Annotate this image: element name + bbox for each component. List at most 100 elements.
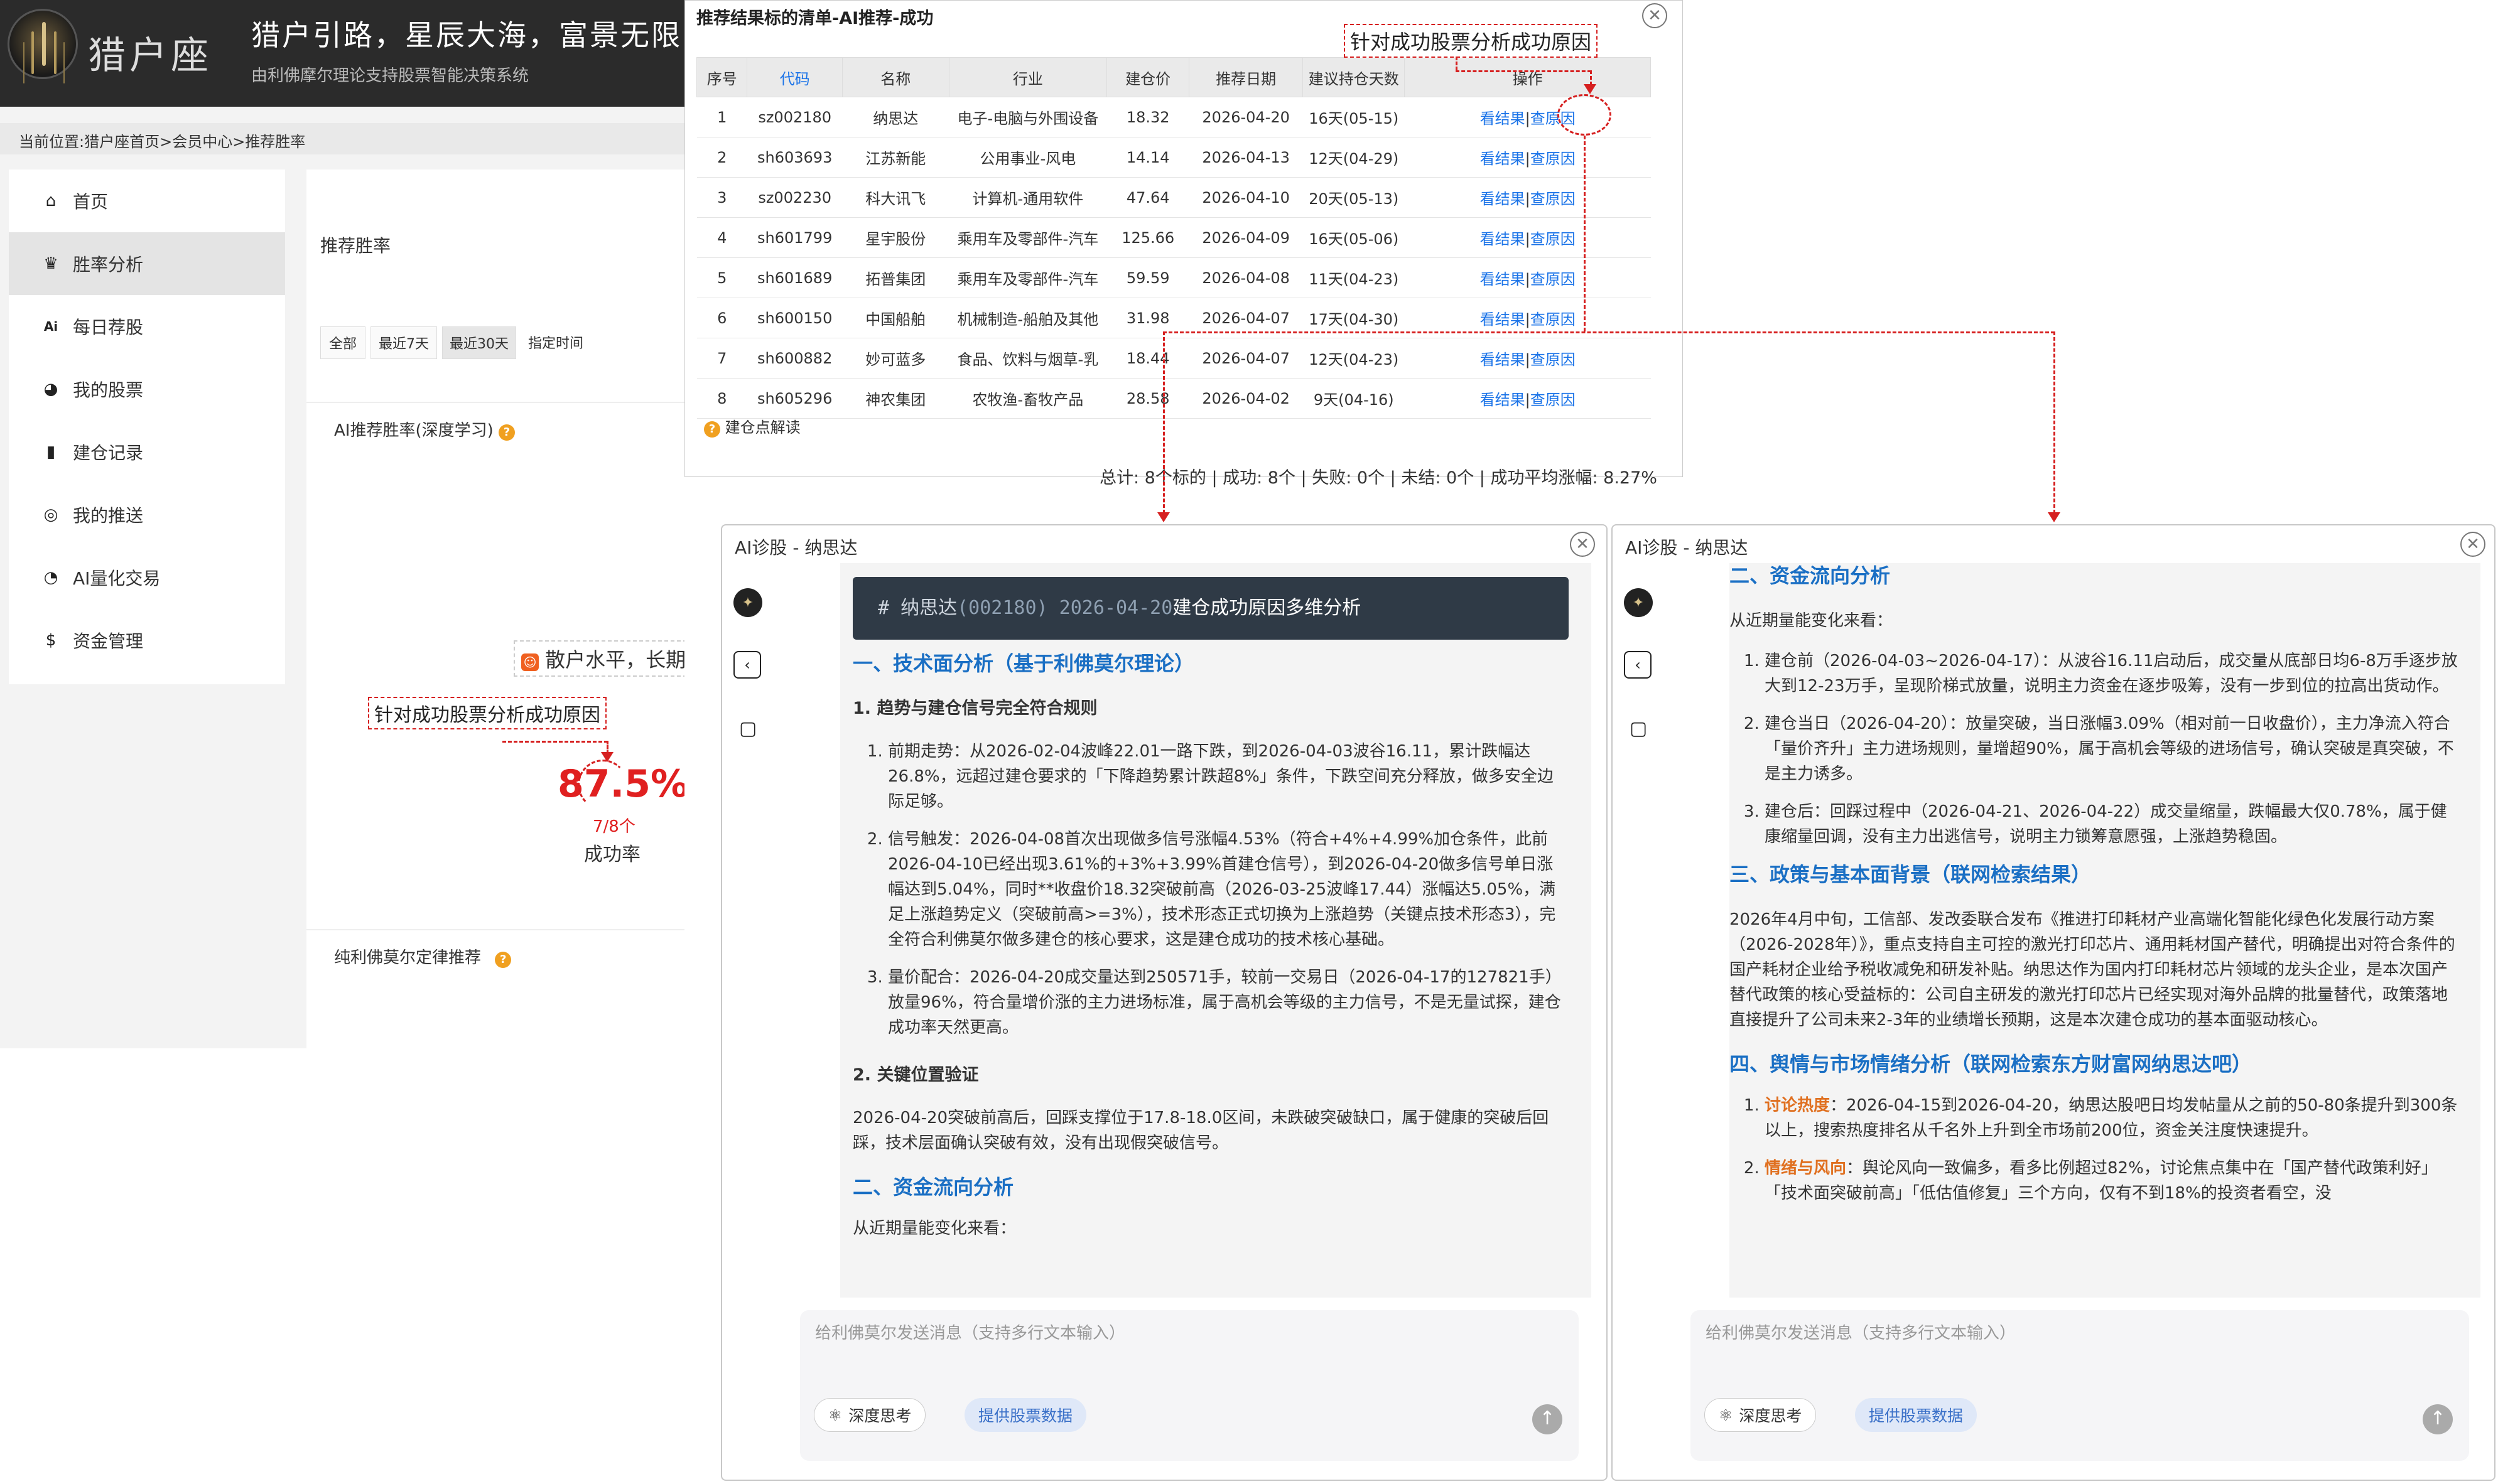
check-reason-link[interactable]: 查原因	[1530, 271, 1576, 288]
divider	[306, 402, 684, 403]
new-chat-icon[interactable]: ▢	[733, 714, 762, 743]
action-separator: |	[1525, 391, 1530, 409]
cell-date: 2026-04-09	[1189, 217, 1303, 258]
avatar-icon: ✦	[1624, 588, 1653, 617]
modal-title: 推荐结果标的清单-AI推荐-成功	[696, 9, 934, 28]
cell-industry: 电子-电脑与外围设备	[949, 97, 1107, 137]
view-result-link[interactable]: 看结果	[1480, 190, 1525, 208]
sidebar-item-positions[interactable]: ▮ 建仓记录	[9, 421, 285, 483]
filter-7d[interactable]: 最近7天	[370, 326, 437, 359]
filter-30d[interactable]: 最近30天	[442, 326, 516, 359]
deep-think-button[interactable]: ⚛ 深度思考	[814, 1398, 926, 1432]
list-item: 前期走势：从2026-02-04波峰22.01一路下跌，到2026-04-03波…	[888, 739, 1569, 814]
list-item: 建仓前（2026-04-03~2026-04-17）：从波谷16.11启动后，成…	[1765, 648, 2458, 699]
help-icon[interactable]: ?	[499, 424, 516, 441]
cell-no: 8	[696, 378, 747, 419]
sidebar-item-daily-picks[interactable]: Ai 每日荐股	[9, 295, 285, 358]
check-reason-link[interactable]: 查原因	[1530, 311, 1576, 328]
provide-data-button[interactable]: 提供股票数据	[1855, 1398, 1977, 1432]
chat-input-area: 给利佛莫尔发送消息（支持多行文本输入） ⚛ 深度思考 提供股票数据 ↑	[800, 1310, 1579, 1461]
atom-icon: ⚛	[1719, 1406, 1733, 1424]
close-icon[interactable]: ✕	[2460, 532, 2485, 557]
breadcrumb: 当前位置:猎户座首页>会员中心>推荐胜率	[0, 123, 684, 154]
action-separator: |	[1525, 271, 1530, 288]
paragraph: 2026-04-20突破前高后，回踩支撑位于17.8-18.0区间，未跌破突破缺…	[853, 1109, 1549, 1153]
view-result-link[interactable]: 看结果	[1480, 271, 1525, 288]
cell-code[interactable]: sh600882	[747, 338, 843, 379]
help-icon: ?	[704, 421, 720, 438]
cell-action: 看结果|查原因	[1404, 257, 1651, 298]
filter-all[interactable]: 全部	[320, 326, 365, 359]
cell-code[interactable]: sh600150	[747, 298, 843, 338]
sidebar-item-ai-trading[interactable]: ◔ AI量化交易	[9, 546, 285, 609]
table-row: 4 sh601799 星宇股份 乘用车及零部件-汽车 125.66 2026-04-09 1…	[696, 217, 1651, 258]
cell-days: 12天(04-23)	[1302, 338, 1405, 379]
view-result-link[interactable]: 看结果	[1480, 351, 1525, 368]
view-result-link[interactable]: 看结果	[1480, 311, 1525, 328]
check-reason-link[interactable]: 查原因	[1530, 391, 1576, 409]
sub-heading: 2. 关键位置验证	[853, 1065, 979, 1085]
cell-price: 18.44	[1106, 338, 1189, 379]
cell-price: 18.32	[1106, 97, 1189, 137]
sidebar-item-funds[interactable]: $ 资金管理	[9, 609, 285, 672]
col-price: 建仓价	[1106, 57, 1190, 97]
view-result-link[interactable]: 看结果	[1480, 110, 1525, 127]
new-chat-icon[interactable]: ▢	[1624, 714, 1653, 743]
collapse-icon[interactable]: ‹	[733, 651, 761, 679]
col-date: 推荐日期	[1189, 57, 1304, 97]
send-icon[interactable]: ↑	[2423, 1404, 2453, 1434]
cell-industry: 机械制造-船舶及其他	[949, 298, 1107, 338]
provide-data-button[interactable]: 提供股票数据	[965, 1398, 1087, 1432]
cell-industry: 乘用车及零部件-汽车	[949, 217, 1107, 258]
deep-think-button[interactable]: ⚛ 深度思考	[1704, 1398, 1817, 1432]
message-body: 一、技术面分析（基于利佛莫尔理论） 1. 趋势与建仓信号完全符合规则 前期走势：…	[853, 651, 1569, 1241]
chat-title: AI诊股 - 纳思达	[735, 537, 858, 558]
paragraph: 从近期量能变化来看：	[1729, 611, 1893, 630]
check-reason-link[interactable]: 查原因	[1530, 230, 1576, 248]
chat-window-right: AI诊股 - 纳思达 ✕ ✦ ‹ ▢ 二、资金流向分析 从近期量能变化来看： 建…	[1611, 524, 2495, 1481]
check-reason-link[interactable]: 查原因	[1530, 190, 1576, 208]
code-header: # 纳思达(002180) 2026-04-20建仓成功原因多维分析	[853, 577, 1569, 640]
sidebar-item-win-rate[interactable]: ♛ 胜率分析	[9, 232, 285, 295]
cell-code[interactable]: sh603693	[747, 137, 843, 178]
cell-date: 2026-04-13	[1189, 137, 1303, 178]
message-input[interactable]: 给利佛莫尔发送消息（支持多行文本输入）	[815, 1320, 1125, 1343]
col-code[interactable]: 代码	[747, 57, 843, 97]
cell-code[interactable]: sz002180	[747, 97, 843, 137]
check-reason-link[interactable]: 查原因	[1530, 150, 1576, 168]
help-icon[interactable]: ?	[495, 952, 512, 968]
cell-name: 江苏新能	[842, 137, 949, 178]
panel-title: 推荐胜率	[320, 235, 391, 256]
cell-price: 28.58	[1106, 378, 1189, 419]
list-item: 讨论热度：2026-04-15到2026-04-20，纳思达股吧日均发帖量从之前…	[1765, 1093, 2458, 1143]
cell-code[interactable]: sh601689	[747, 257, 843, 298]
cell-no: 6	[696, 298, 747, 338]
send-icon[interactable]: ↑	[1532, 1404, 1562, 1434]
annotation-arrow	[1157, 512, 1170, 522]
cell-code[interactable]: sh601799	[747, 217, 843, 258]
cell-action: 看结果|查原因	[1404, 338, 1651, 379]
cell-code[interactable]: sz002230	[747, 177, 843, 218]
cell-no: 2	[696, 137, 747, 178]
message-input[interactable]: 给利佛莫尔发送消息（支持多行文本输入）	[1706, 1320, 2016, 1343]
cell-code[interactable]: sh605296	[747, 378, 843, 419]
filter-custom[interactable]: 指定时间	[521, 326, 590, 358]
legend[interactable]: ? 建仓点解读	[704, 415, 801, 438]
collapse-icon[interactable]: ‹	[1624, 651, 1652, 679]
sidebar-item-home[interactable]: ⌂ 首页	[9, 169, 285, 232]
table-row: 3 sz002230 科大讯飞 计算机-通用软件 47.64 2026-04-10 20天(…	[696, 177, 1651, 218]
annotation-line	[1163, 331, 1165, 513]
table-row: 2 sh603693 江苏新能 公用事业-风电 14.14 2026-04-13 12天(0…	[696, 137, 1651, 178]
close-icon[interactable]: ✕	[1642, 3, 1667, 28]
view-result-link[interactable]: 看结果	[1480, 230, 1525, 248]
close-icon[interactable]: ✕	[1570, 532, 1595, 557]
sidebar-item-my-stocks[interactable]: ◕ 我的股票	[9, 358, 285, 421]
logo-text: 猎户座	[88, 34, 212, 78]
sidebar-item-push[interactable]: ◎ 我的推送	[9, 483, 285, 546]
cell-name: 中国船舶	[842, 298, 949, 338]
view-result-link[interactable]: 看结果	[1480, 391, 1525, 409]
check-reason-link[interactable]: 查原因	[1530, 351, 1576, 368]
view-result-link[interactable]: 看结果	[1480, 150, 1525, 168]
livermore-label: 纯利佛莫尔定律推荐 ?	[334, 945, 512, 968]
col-days: 建议持仓天数	[1302, 57, 1405, 97]
